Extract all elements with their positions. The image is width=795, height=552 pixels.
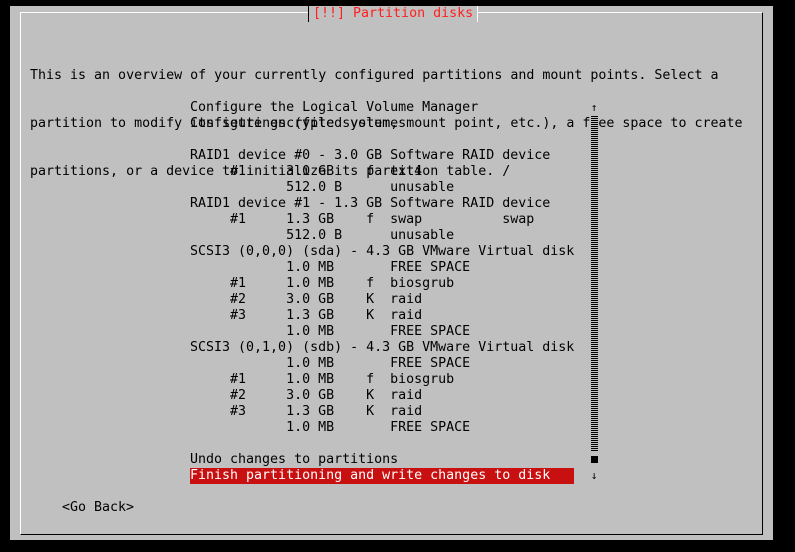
partition-dialog: [!!] Partition disks This is an overview… xyxy=(10,6,773,540)
list-item-free-space[interactable]: 1.0 MB FREE SPACE xyxy=(190,420,574,436)
list-item-free-space[interactable]: 1.0 MB FREE SPACE xyxy=(190,260,574,276)
dialog-shadow xyxy=(773,14,781,548)
list-item-partition[interactable]: #1 1.3 GB f swap swap xyxy=(190,212,574,228)
scroll-thumb[interactable] xyxy=(591,456,598,463)
list-item-disk-sda[interactable]: SCSI3 (0,0,0) (sda) - 4.3 GB VMware Virt… xyxy=(190,244,574,260)
list-item-partition[interactable]: #3 1.3 GB K raid xyxy=(190,308,574,324)
list-item-free-space[interactable]: 1.0 MB FREE SPACE xyxy=(190,356,574,372)
dialog-title: [!!] Partition disks xyxy=(308,6,479,22)
list-item-partition[interactable]: 512.0 B unusable xyxy=(190,228,574,244)
list-item-disk-sdb[interactable]: SCSI3 (0,1,0) (sdb) - 4.3 GB VMware Virt… xyxy=(190,340,574,356)
go-back-button[interactable]: <Go Back> xyxy=(62,500,134,516)
list-item-partition[interactable]: #2 3.0 GB K raid xyxy=(190,292,574,308)
list-item-undo-changes[interactable]: Undo changes to partitions xyxy=(190,452,574,468)
scroll-track[interactable] xyxy=(591,116,598,451)
list-item-partition[interactable]: #1 1.0 MB f biosgrub xyxy=(190,372,574,388)
list-item-partition[interactable]: 512.0 B unusable xyxy=(190,180,574,196)
intro-line: This is an overview of your currently co… xyxy=(30,68,719,83)
arrow-down-icon[interactable]: ↓ xyxy=(589,468,599,484)
list-item-partition[interactable]: #3 1.3 GB K raid xyxy=(190,404,574,420)
list-scrollbar[interactable]: ↑ ↓ xyxy=(589,100,599,484)
arrow-up-icon[interactable]: ↑ xyxy=(589,100,599,116)
list-item-configure-lvm[interactable]: Configure the Logical Volume Manager xyxy=(190,100,574,116)
list-item-raid-device-1[interactable]: RAID1 device #1 - 1.3 GB Software RAID d… xyxy=(190,196,574,212)
list-item-partition[interactable]: #1 1.0 MB f biosgrub xyxy=(190,276,574,292)
list-item-partition[interactable]: #1 3.0 GB f ext4 / xyxy=(190,164,574,180)
list-item-free-space[interactable]: 1.0 MB FREE SPACE xyxy=(190,324,574,340)
list-item-finish-partitioning[interactable]: Finish partitioning and write changes to… xyxy=(190,468,574,484)
list-item-partition[interactable]: #2 3.0 GB K raid xyxy=(190,388,574,404)
list-item-configure-encrypted[interactable]: Configure encrypted volumes xyxy=(190,116,574,132)
list-item-raid-device-0[interactable]: RAID1 device #0 - 3.0 GB Software RAID d… xyxy=(190,148,574,164)
partition-list: Configure the Logical Volume Manager Con… xyxy=(190,100,574,484)
